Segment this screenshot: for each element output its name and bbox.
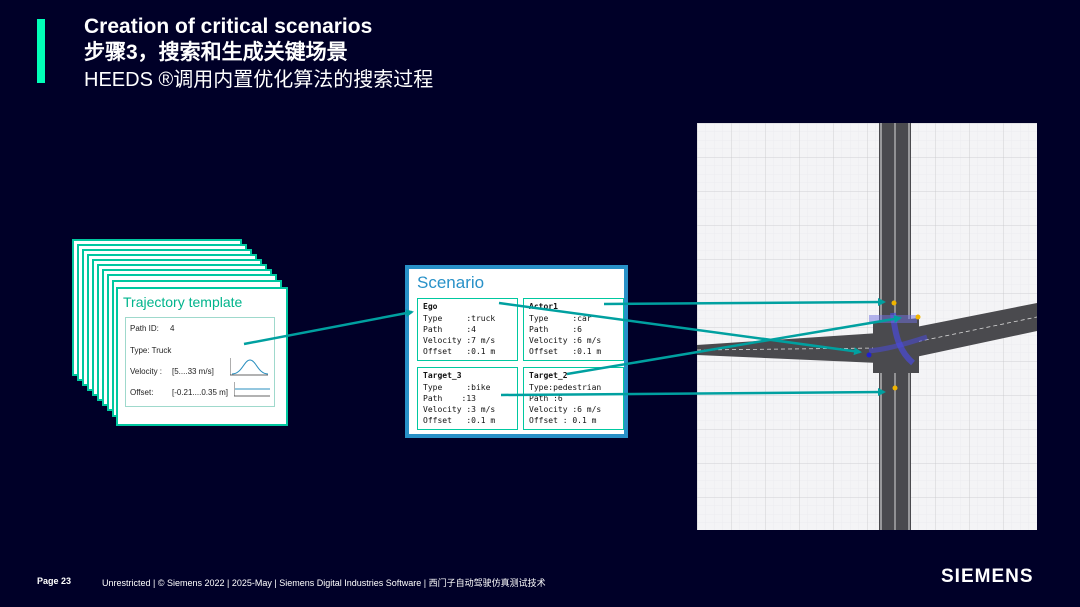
actor-ego: Ego Type :truck Path :4 Velocity :7 m/s … bbox=[417, 298, 518, 361]
actor-offset: Offset :0.1 m bbox=[529, 347, 602, 356]
actor-marker bbox=[866, 352, 872, 358]
page-number: Page 23 bbox=[37, 576, 72, 586]
actor-marker bbox=[915, 314, 921, 320]
actor-marker bbox=[892, 385, 898, 391]
actor-offset: Offset : 0.1 m bbox=[529, 416, 597, 425]
actor-name: Ego bbox=[423, 302, 438, 311]
actor-type: Type :truck bbox=[423, 314, 496, 323]
actor-target-2: Target_2 Type:pedestrian Path :6 Velocit… bbox=[523, 367, 624, 430]
offset-label: Offset: bbox=[130, 388, 154, 397]
footer-text: Unrestricted | © Siemens 2022 | 2025-May… bbox=[102, 578, 546, 588]
actor-type: Type:pedestrian bbox=[529, 383, 602, 392]
velocity-value: [5....33 m/s] bbox=[172, 367, 214, 376]
page-subtitle: 步骤3，搜索和生成关键场景 bbox=[84, 41, 348, 64]
scenario-title: Scenario bbox=[417, 273, 485, 292]
scenario-panel: Scenario Ego Type :truck Path :4 Velocit… bbox=[405, 265, 628, 438]
template-fields: Path ID: 4 Type: Truck Velocity : [5....… bbox=[125, 317, 275, 407]
offset-value: [-0.21....0.35 m] bbox=[172, 388, 229, 397]
actor-actor1: Actor1 Type :car Path :6 Velocity :6 m/s… bbox=[523, 298, 624, 361]
actor-path: Path :6 bbox=[529, 325, 582, 334]
actor-target-3: Target_3 Type :bike Path :13 Velocity :3… bbox=[417, 367, 518, 430]
actor-velocity: Velocity :3 m/s bbox=[423, 405, 496, 414]
page-subtitle-2: HEEDS ®调用内置优化算法的搜索过程 bbox=[84, 69, 434, 91]
actor-name: Target_2 bbox=[529, 371, 568, 380]
intersection-map bbox=[697, 123, 1037, 530]
actor-path: Path :4 bbox=[423, 325, 476, 334]
actor-marker bbox=[891, 300, 897, 306]
actor-path: Path :13 bbox=[423, 394, 476, 403]
actor-velocity: Velocity :6 m/s bbox=[529, 405, 602, 414]
actor-type: Type :bike bbox=[423, 383, 491, 392]
accent-bar bbox=[37, 19, 45, 83]
actor-type: Type :car bbox=[529, 314, 592, 323]
velocity-label: Velocity : bbox=[130, 367, 163, 376]
actor-velocity: Velocity :6 m/s bbox=[529, 336, 602, 345]
offset-distribution-icon bbox=[234, 382, 270, 397]
actor-name: Actor1 bbox=[529, 302, 558, 311]
path-id-value: 4 bbox=[170, 324, 175, 333]
actor-name: Target_3 bbox=[423, 371, 462, 380]
actor-offset: Offset :0.1 m bbox=[423, 416, 496, 425]
page-title: Creation of critical scenarios bbox=[84, 15, 373, 38]
velocity-distribution-icon bbox=[230, 358, 269, 376]
actor-path: Path :6 bbox=[529, 394, 563, 403]
actor-velocity: Velocity :7 m/s bbox=[423, 336, 496, 345]
actor-offset: Offset :0.1 m bbox=[423, 347, 496, 356]
trajectory-template-card: Trajectory template Path ID: 4 Type: Tru… bbox=[116, 287, 288, 426]
template-title: Trajectory template bbox=[123, 294, 243, 310]
type-label: Type: Truck bbox=[130, 346, 172, 355]
path-id-label: Path ID: bbox=[130, 324, 159, 333]
siemens-logo: SIEMENS bbox=[941, 566, 1034, 587]
